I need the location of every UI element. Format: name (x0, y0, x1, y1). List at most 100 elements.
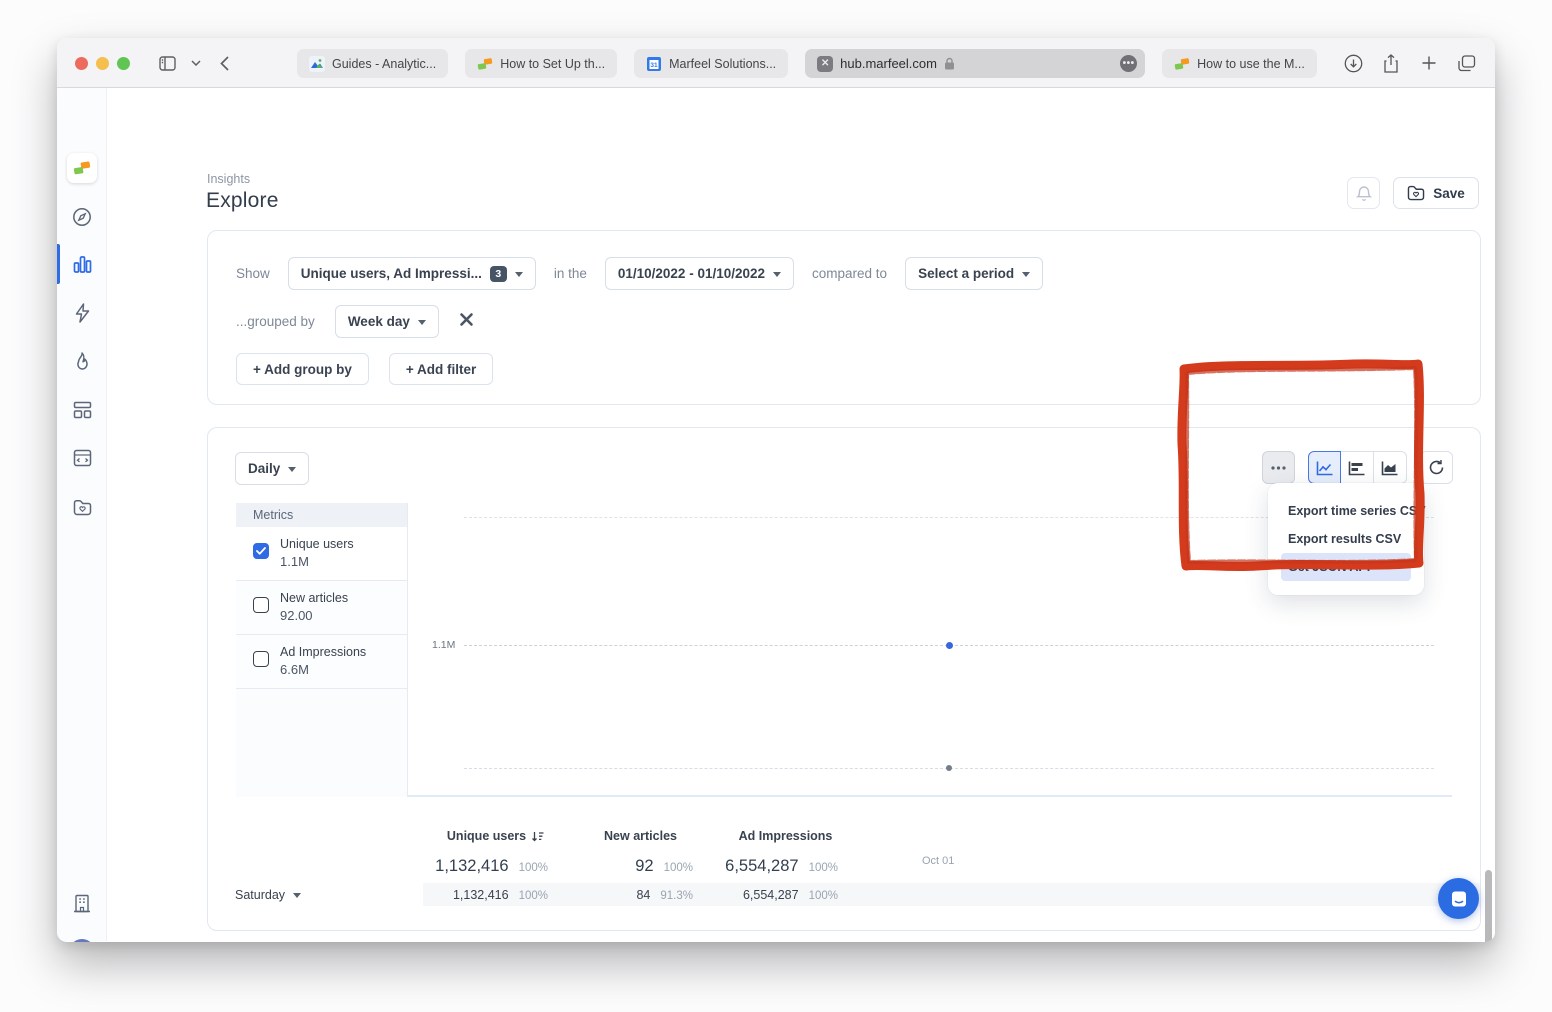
refresh-button[interactable] (1420, 451, 1453, 484)
column-label: New articles (604, 829, 677, 843)
share-icon[interactable] (1379, 51, 1403, 75)
date-range-value: 01/10/2022 - 01/10/2022 (618, 266, 765, 281)
metric-row-unique-users[interactable]: Unique users 1.1M (236, 527, 407, 581)
table-row-saturday[interactable]: Saturday 1,132,416100% 8491.3% 6,554,287… (208, 883, 1480, 906)
scrollbar-thumb[interactable] (1485, 870, 1492, 942)
lightning-icon (74, 303, 91, 323)
user-avatar[interactable]: MM (57, 935, 107, 942)
close-tab-icon[interactable]: ✕ (817, 56, 833, 72)
area-chart-icon (1381, 460, 1399, 476)
chat-launcher-button[interactable] (1438, 878, 1479, 919)
desktop: Guides - Analytic... How to Set Up th...… (0, 0, 1552, 1012)
metric-row-new-articles[interactable]: New articles 92.00 (236, 581, 407, 635)
cell-new-articles-pct: 91.3% (660, 890, 693, 902)
export-dropdown-menu: Export time series CSV Export results CS… (1268, 483, 1424, 595)
notifications-button[interactable] (1347, 177, 1380, 209)
menu-item-export-results-csv[interactable]: Export results CSV (1281, 525, 1411, 553)
chevron-down-icon[interactable] (184, 51, 208, 75)
minimize-window-button[interactable] (96, 57, 109, 70)
back-button[interactable] (212, 51, 236, 75)
metric-name: New articles (280, 591, 407, 605)
menu-item-export-time-series-csv[interactable]: Export time series CSV (1281, 497, 1411, 525)
sidebar-toggle-icon[interactable] (155, 51, 179, 75)
close-window-button[interactable] (75, 57, 88, 70)
total-ad-impressions: 6,554,287 (725, 857, 798, 876)
sidebar-item-organization[interactable] (57, 886, 107, 920)
column-header-ad-impressions[interactable]: Ad Impressions (713, 829, 858, 843)
area-chart-type-button[interactable] (1374, 451, 1407, 484)
add-group-by-button[interactable]: + Add group by (236, 353, 369, 385)
total-ad-impressions-pct: 100% (809, 862, 838, 874)
bar-chart-type-button[interactable] (1341, 451, 1374, 484)
checkbox-checked-icon[interactable] (253, 543, 269, 559)
traffic-lights (75, 57, 130, 70)
downloads-icon[interactable] (1341, 51, 1365, 75)
tab-how-to-use[interactable]: How to use the M... (1162, 49, 1317, 78)
tab-label: Guides - Analytic... (332, 57, 436, 71)
granularity-value: Daily (248, 461, 280, 476)
browser-code-icon (73, 449, 92, 467)
column-header-new-articles[interactable]: New articles (568, 829, 713, 843)
compare-period-select[interactable]: Select a period (905, 257, 1043, 290)
sidebar-item-discover[interactable] (57, 200, 107, 234)
sidebar-item-site-code[interactable] (57, 441, 107, 475)
granularity-select[interactable]: Daily (235, 452, 309, 485)
metric-name: Unique users (280, 537, 407, 551)
cell-ad-impressions: 6,554,287 (743, 888, 799, 902)
data-point-unique-users[interactable] (946, 642, 953, 649)
caret-down-icon (293, 893, 301, 898)
menu-item-get-json-api[interactable]: Get JSON API (1281, 553, 1411, 581)
checkbox-unchecked-icon[interactable] (253, 651, 269, 667)
checkbox-unchecked-icon[interactable] (253, 597, 269, 613)
new-tab-icon[interactable] (1417, 51, 1441, 75)
sort-icon (531, 831, 544, 842)
folder-heart-icon (73, 499, 92, 516)
ellipsis-icon (1271, 466, 1286, 470)
data-point-new-articles[interactable] (946, 765, 952, 771)
add-filter-button[interactable]: + Add filter (389, 353, 493, 385)
column-label: Ad Impressions (739, 829, 833, 843)
cell-new-articles: 84 (636, 888, 650, 902)
svg-text:31: 31 (651, 62, 659, 69)
building-icon (73, 894, 91, 913)
save-folder-heart-icon (1407, 185, 1425, 201)
marfeel-logo-icon (67, 153, 97, 183)
zoom-window-button[interactable] (117, 57, 130, 70)
intercom-chat-icon (1449, 889, 1469, 909)
layout-icon (73, 401, 92, 419)
tab-how-to-set-up[interactable]: How to Set Up th... (465, 49, 617, 78)
sidebar-item-trending[interactable] (57, 344, 107, 378)
metric-row-ad-impressions[interactable]: Ad Impressions 6.6M (236, 635, 407, 689)
metric-name: Ad Impressions (280, 645, 407, 659)
tab-marfeel-solutions[interactable]: 31 Marfeel Solutions... (634, 49, 788, 78)
guides-mountain-icon (309, 56, 325, 72)
sidebar-item-collections[interactable] (57, 490, 107, 524)
group-by-select[interactable]: Week day (335, 305, 439, 338)
metrics-select-value: Unique users, Ad Impressi... (301, 266, 482, 281)
sidebar-item-automations[interactable] (57, 296, 107, 330)
metrics-select[interactable]: Unique users, Ad Impressi... 3 (288, 257, 536, 290)
date-range-select[interactable]: 01/10/2022 - 01/10/2022 (605, 257, 794, 290)
table-totals-row: 1,132,416100% 92100% 6,554,287100% (208, 849, 1480, 883)
row-label-saturday[interactable]: Saturday (208, 883, 423, 906)
sidebar-item-dashboards[interactable] (57, 393, 107, 427)
save-button[interactable]: Save (1393, 177, 1479, 209)
metric-value: 1.1M (280, 554, 407, 569)
line-chart-type-button[interactable] (1308, 451, 1341, 484)
sidebar-item-home[interactable] (57, 151, 107, 185)
page-menu-icon[interactable]: ••• (1120, 55, 1137, 72)
sidebar-item-insights[interactable] (57, 247, 107, 281)
tab-guides[interactable]: Guides - Analytic... (297, 49, 448, 78)
remove-group-by-icon[interactable] (459, 312, 474, 332)
tab-hub-marfeel-active[interactable]: ✕ hub.marfeel.com ••• (805, 49, 1145, 78)
cell-unique-users: 1,132,416 (453, 888, 509, 902)
column-header-unique-users[interactable]: Unique users (423, 829, 568, 843)
table-header-row: Unique users New articles Ad Impressions (208, 823, 1480, 849)
bell-icon (1356, 185, 1372, 202)
chart-toolbar (1262, 451, 1453, 484)
more-options-button[interactable] (1262, 451, 1295, 484)
compare-period-value: Select a period (918, 266, 1014, 281)
tab-overview-icon[interactable] (1455, 51, 1479, 75)
caret-down-icon (773, 272, 781, 277)
browser-window: Guides - Analytic... How to Set Up th...… (57, 38, 1495, 942)
